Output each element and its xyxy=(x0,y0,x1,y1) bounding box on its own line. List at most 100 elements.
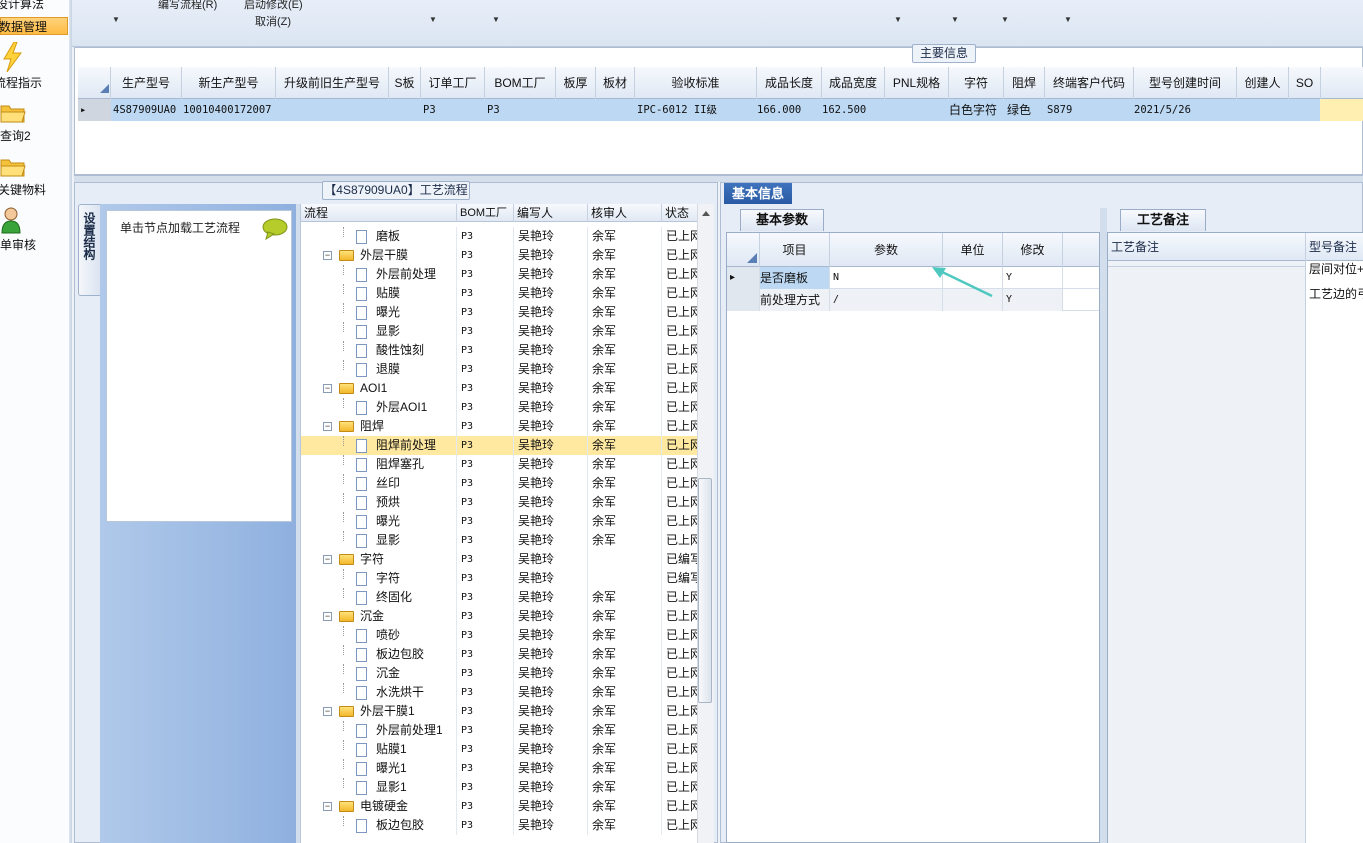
column-header[interactable]: PNL规格 xyxy=(885,67,949,99)
process-tree-row[interactable]: 沉金 P3吴艳玲余军已上网 xyxy=(301,664,697,683)
reviewer-cell[interactable]: 余军 xyxy=(588,531,662,550)
status-cell[interactable]: 已上网 xyxy=(662,303,697,322)
writer-cell[interactable]: 吴艳玲 xyxy=(514,721,588,740)
process-tree-row[interactable]: − 外层干膜1 P3吴艳玲余军已上网 xyxy=(301,702,697,721)
process-tree-row[interactable]: 阻焊塞孔 P3吴艳玲余军已上网 xyxy=(301,455,697,474)
reviewer-cell[interactable]: 余军 xyxy=(588,284,662,303)
nav-splitter[interactable] xyxy=(69,0,72,843)
bom-factory-cell[interactable]: P3 xyxy=(457,816,514,835)
column-header[interactable]: 编写人 xyxy=(514,204,588,222)
reviewer-cell[interactable]: 余军 xyxy=(588,436,662,455)
bom-factory-cell[interactable]: P3 xyxy=(457,322,514,341)
writer-cell[interactable]: 吴艳玲 xyxy=(514,664,588,683)
bom-factory-cell[interactable]: P3 xyxy=(457,474,514,493)
bom-factory-cell[interactable]: P3 xyxy=(457,493,514,512)
process-node[interactable]: 沉金 xyxy=(301,664,457,683)
collapse-icon[interactable]: − xyxy=(323,707,332,716)
bom-factory-cell[interactable]: P3 xyxy=(457,778,514,797)
writer-cell[interactable]: 吴艳玲 xyxy=(514,436,588,455)
param-item[interactable]: 前处理方式 xyxy=(760,289,830,311)
column-header[interactable]: 工艺备注 xyxy=(1108,233,1306,261)
process-tree-row[interactable]: 外层AOI1 P3吴艳玲余军已上网 xyxy=(301,398,697,417)
bom-factory-cell[interactable]: P3 xyxy=(457,550,514,569)
param-row[interactable]: ▸ 是否磨板 N Y xyxy=(727,267,1099,289)
column-header[interactable]: S板 xyxy=(389,67,421,99)
writer-cell[interactable]: 吴艳玲 xyxy=(514,360,588,379)
cell-so[interactable] xyxy=(1289,99,1320,121)
cell-old-model[interactable] xyxy=(276,99,389,121)
cell-thickness[interactable] xyxy=(556,99,596,121)
process-tree-row[interactable]: 曝光1 P3吴艳玲余军已上网 xyxy=(301,759,697,778)
column-header[interactable]: 升级前旧生产型号 xyxy=(276,67,389,99)
process-node[interactable]: 显影1 xyxy=(301,778,457,797)
process-node[interactable]: − 外层干膜 xyxy=(301,246,457,265)
bom-factory-cell[interactable]: P3 xyxy=(457,645,514,664)
reviewer-cell[interactable]: 余军 xyxy=(588,664,662,683)
writer-cell[interactable]: 吴艳玲 xyxy=(514,816,588,835)
dropdown-arrow-icon[interactable]: ▼ xyxy=(894,15,902,24)
reviewer-cell[interactable]: 余军 xyxy=(588,816,662,835)
status-cell[interactable]: 已上网 xyxy=(662,740,697,759)
writer-cell[interactable]: 吴艳玲 xyxy=(514,626,588,645)
process-tree-row[interactable]: − 电镀硬金 P3吴艳玲余军已上网 xyxy=(301,797,697,816)
process-tree-row[interactable]: − 外层干膜 P3吴艳玲余军已上网 xyxy=(301,246,697,265)
param-modify[interactable]: Y xyxy=(1003,289,1063,311)
column-header[interactable]: 终端客户代码 xyxy=(1045,67,1134,99)
status-cell[interactable]: 已上网 xyxy=(662,436,697,455)
column-header[interactable]: 成品长度 xyxy=(757,67,822,99)
status-cell[interactable]: 已上网 xyxy=(662,607,697,626)
reviewer-cell[interactable]: 余军 xyxy=(588,778,662,797)
scrollbar-thumb[interactable] xyxy=(698,478,712,703)
status-cell[interactable]: 已上网 xyxy=(662,702,697,721)
bom-factory-cell[interactable]: P3 xyxy=(457,246,514,265)
status-cell[interactable]: 已上网 xyxy=(662,512,697,531)
dropdown-arrow-icon[interactable]: ▼ xyxy=(112,15,120,24)
writer-cell[interactable]: 吴艳玲 xyxy=(514,778,588,797)
column-header[interactable]: 型号创建时间 xyxy=(1134,67,1237,99)
process-node[interactable]: 外层AOI1 xyxy=(301,398,457,417)
collapse-icon[interactable]: − xyxy=(323,422,332,431)
reviewer-cell[interactable]: 余军 xyxy=(588,493,662,512)
status-cell[interactable]: 已上网 xyxy=(662,284,697,303)
column-header[interactable]: 板厚 xyxy=(556,67,596,99)
column-header[interactable]: 流程 xyxy=(301,204,457,222)
reviewer-cell[interactable]: 余军 xyxy=(588,303,662,322)
tab-basic-params[interactable]: 基本参数 xyxy=(740,209,824,231)
bom-factory-cell[interactable]: P3 xyxy=(457,265,514,284)
dropdown-arrow-icon[interactable]: ▼ xyxy=(1064,15,1072,24)
nav-item-review[interactable]: 单审核 xyxy=(0,236,68,254)
writer-cell[interactable]: 吴艳玲 xyxy=(514,322,588,341)
reviewer-cell[interactable]: 余军 xyxy=(588,341,662,360)
bom-factory-cell[interactable]: P3 xyxy=(457,417,514,436)
writer-cell[interactable]: 吴艳玲 xyxy=(514,379,588,398)
edit-flow-button[interactable]: 编写流程(R) xyxy=(158,0,217,12)
writer-cell[interactable]: 吴艳玲 xyxy=(514,531,588,550)
cell-model[interactable]: 4S87909UA0 xyxy=(113,99,182,121)
nav-item-design-algorithm[interactable]: 设计算法 xyxy=(0,0,68,13)
nav-item-flow-indication[interactable]: 流程指示 xyxy=(0,74,68,92)
column-header[interactable]: 创建人 xyxy=(1237,67,1289,99)
process-tree-row[interactable]: 曝光 P3吴艳玲余军已上网 xyxy=(301,512,697,531)
status-cell[interactable]: 已上网 xyxy=(662,816,697,835)
process-tree-row[interactable]: − 字符 P3吴艳玲 已编写 xyxy=(301,550,697,569)
process-node[interactable]: 丝印 xyxy=(301,474,457,493)
collapse-icon[interactable]: − xyxy=(323,555,332,564)
column-header[interactable]: 订单工厂 xyxy=(421,67,485,99)
writer-cell[interactable]: 吴艳玲 xyxy=(514,702,588,721)
process-tree-row[interactable]: − 沉金 P3吴艳玲余军已上网 xyxy=(301,607,697,626)
reviewer-cell[interactable]: 余军 xyxy=(588,360,662,379)
bom-factory-cell[interactable]: P3 xyxy=(457,455,514,474)
cell-new-model[interactable]: 10010400172007 xyxy=(182,99,276,121)
writer-cell[interactable]: 吴艳玲 xyxy=(514,455,588,474)
status-cell[interactable]: 已上网 xyxy=(662,341,697,360)
process-node[interactable]: 终固化 xyxy=(301,588,457,607)
nav-item-data-management[interactable]: 数据管理 xyxy=(0,17,68,35)
reviewer-cell[interactable]: 余军 xyxy=(588,455,662,474)
writer-cell[interactable]: 吴艳玲 xyxy=(514,569,588,588)
reviewer-cell[interactable]: 余军 xyxy=(588,322,662,341)
panel-splitter[interactable] xyxy=(1100,208,1107,843)
cell-character[interactable]: 白色字符 xyxy=(949,99,1004,121)
process-node[interactable]: 显影 xyxy=(301,322,457,341)
status-cell[interactable]: 已上网 xyxy=(662,645,697,664)
bom-factory-cell[interactable]: P3 xyxy=(457,341,514,360)
